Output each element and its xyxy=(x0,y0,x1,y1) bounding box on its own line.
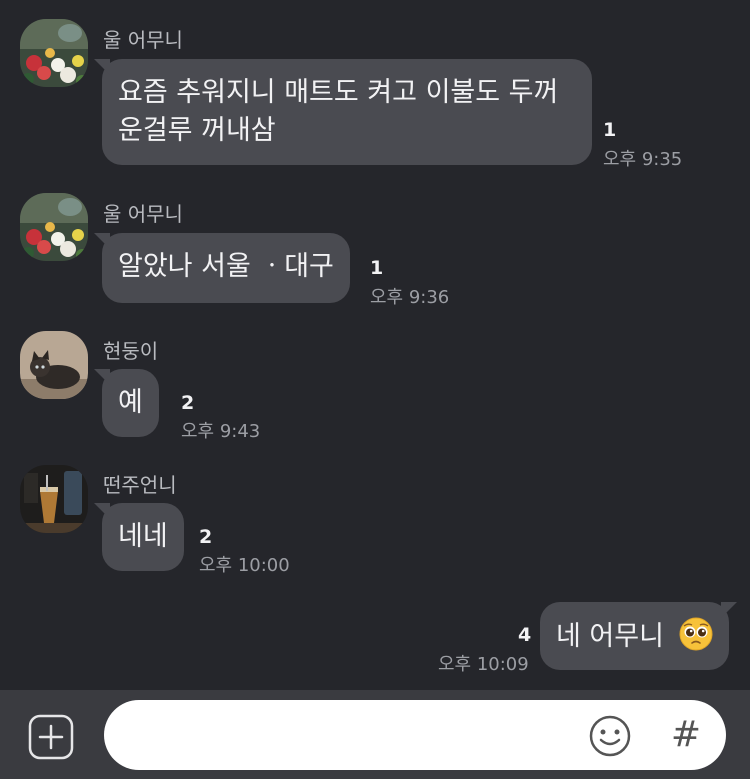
message-text: 네 어무니 xyxy=(556,621,664,652)
message-text: 네네 xyxy=(118,521,168,552)
message-time: 오후 9:35 xyxy=(603,149,683,170)
message-bubble[interactable]: 예 xyxy=(94,369,159,437)
message-text: 알았나 서울 ㆍ대구 xyxy=(118,251,334,282)
emoticon-icon[interactable] xyxy=(588,714,632,758)
message-time: 오후 10:00 xyxy=(199,555,290,576)
unread-count: 4 xyxy=(518,624,532,646)
message-bubble[interactable]: 알았나 서울 ㆍ대구 xyxy=(94,233,350,303)
message-bubble[interactable]: 요즘 추워지니 매트도 켜고 이불도 두꺼 운걸루 꺼내삼 xyxy=(94,59,592,165)
message-time: 오후 9:43 xyxy=(181,421,261,442)
hash-search-button[interactable]: # xyxy=(666,712,706,758)
sender-name: 현둥이 xyxy=(103,339,159,363)
message-input-bar: # xyxy=(0,690,750,779)
message-text-line: 운걸루 꺼내삼 xyxy=(118,115,276,146)
message-input[interactable] xyxy=(104,700,726,770)
pleading-face-emoji xyxy=(679,617,713,651)
drink-avatar[interactable] xyxy=(20,465,88,533)
flowers-avatar[interactable] xyxy=(20,19,88,87)
message-time: 오후 10:09 xyxy=(438,654,529,675)
message-text-line: 요즘 추워지니 매트도 켜고 이불도 두꺼 xyxy=(118,77,559,108)
sender-name: 떤주언니 xyxy=(103,473,177,497)
my-message-bubble[interactable]: 네 어무니 xyxy=(540,602,737,670)
flowers-avatar[interactable] xyxy=(20,193,88,261)
message-text: 예 xyxy=(118,387,143,418)
message-bubble[interactable]: 네네 xyxy=(94,503,184,571)
unread-count: 1 xyxy=(370,257,384,279)
unread-count: 2 xyxy=(181,392,195,414)
message-time: 오후 9:36 xyxy=(370,287,450,308)
cat-avatar[interactable] xyxy=(20,331,88,399)
unread-count: 1 xyxy=(603,119,617,141)
unread-count: 2 xyxy=(199,526,213,548)
plus-icon[interactable] xyxy=(28,714,74,760)
chat-area[interactable]: 울 어무니 요즘 추워지니 매트도 켜고 이불도 두꺼 운걸루 꺼내삼 1 오후… xyxy=(0,0,750,690)
sender-name: 울 어무니 xyxy=(103,202,183,226)
sender-name: 울 어무니 xyxy=(103,28,183,52)
